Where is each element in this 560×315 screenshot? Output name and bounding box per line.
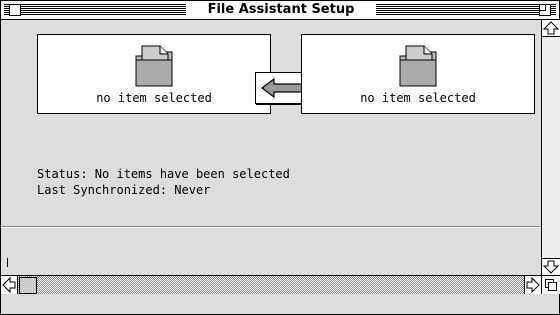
right-arrow-icon (526, 276, 540, 294)
right-panel-label: no item selected (360, 91, 476, 105)
scroll-right-button[interactable] (524, 276, 541, 294)
file-assistant-window: File Assistant Setup no item selected no… (0, 0, 560, 315)
vertical-scroll-track[interactable] (542, 37, 560, 258)
status-area: Status: No items have been selected Last… (37, 166, 290, 198)
scroll-down-button[interactable] (542, 258, 560, 275)
left-arrow-icon (2, 276, 16, 294)
horizontal-scroll-thumb[interactable] (19, 277, 37, 294)
horizontal-scroll-track[interactable] (18, 276, 524, 294)
setup-content: no item selected no item selected Status… (1, 20, 541, 274)
text-cursor (7, 258, 8, 267)
vertical-scrollbar[interactable] (541, 20, 560, 275)
zoom-box[interactable] (539, 4, 551, 16)
title-bar[interactable]: File Assistant Setup (1, 1, 559, 20)
last-synchronized-text: Last Synchronized: Never (37, 183, 211, 197)
horizontal-scrollbar[interactable] (1, 275, 541, 294)
window-bottom-strip (1, 294, 559, 314)
left-item-panel[interactable]: no item selected (37, 34, 271, 114)
window-title: File Assistant Setup (186, 1, 376, 19)
document-icon (135, 45, 173, 87)
left-panel-label: no item selected (96, 91, 212, 105)
size-box[interactable] (541, 275, 560, 294)
up-arrow-icon (542, 21, 560, 35)
divider-highlight (1, 227, 541, 228)
scroll-up-button[interactable] (542, 20, 560, 37)
scroll-left-button[interactable] (1, 276, 18, 294)
down-arrow-icon (542, 260, 560, 274)
right-item-panel[interactable]: no item selected (301, 34, 535, 114)
status-text: Status: No items have been selected (37, 167, 290, 181)
document-icon (399, 45, 437, 87)
close-box[interactable] (9, 4, 21, 16)
